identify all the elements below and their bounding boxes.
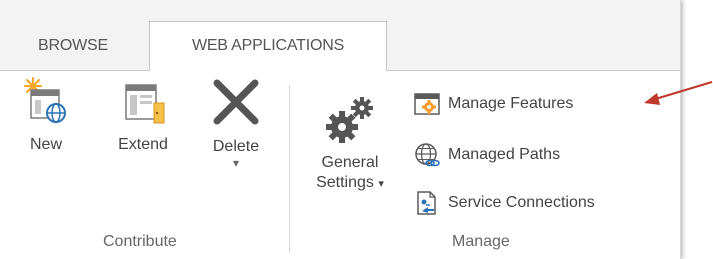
manage-features-icon [414,93,440,115]
extend-icon [125,84,165,124]
general-settings-label: Settings [316,174,374,191]
callout-arrow [644,80,713,105]
general-settings-dropdown-icon[interactable]: ▾ [378,178,384,190]
general-settings-label-line2: Settings ▾ [316,173,384,194]
new-label: New [29,136,62,153]
manage-group-label: Manage [452,233,510,250]
manage-features-label: Manage Features [448,95,574,112]
managed-paths-globe-icon [415,143,440,167]
manage-features-button[interactable]: Manage Features [414,89,573,119]
gears-icon [326,97,373,143]
delete-dropdown-icon[interactable]: ▾ [233,157,239,169]
delete-x-icon [213,79,259,125]
extend-label: Extend [118,136,168,153]
tab-web-applications[interactable]: WEB APPLICATIONS [149,21,387,71]
service-connections-button[interactable]: Service Connections [414,188,595,218]
extend-button[interactable]: Extend [108,77,178,155]
managed-paths-button[interactable]: Managed Paths [414,140,560,170]
new-button[interactable]: New [16,77,76,155]
group-separator [289,85,290,253]
contribute-group-label: Contribute [103,233,177,250]
delete-button[interactable]: Delete ▾ [196,77,276,169]
general-settings-button[interactable]: General Settings ▾ [300,91,400,194]
service-connections-icon [417,191,436,215]
ribbon-tabstrip: BROWSE WEB APPLICATIONS [0,0,680,71]
ribbon-body: New Extend Delete ▾ Contribute General S… [0,71,680,259]
managed-paths-label: Managed Paths [448,146,561,163]
tab-browse[interactable]: BROWSE [14,22,132,70]
service-connections-label: Service Connections [448,194,595,211]
ribbon-frame: BROWSE WEB APPLICATIONS New Extend Delet… [0,0,681,259]
new-web-app-icon [24,77,66,123]
delete-label: Delete [212,138,260,155]
general-settings-label-line1: General [321,154,379,171]
